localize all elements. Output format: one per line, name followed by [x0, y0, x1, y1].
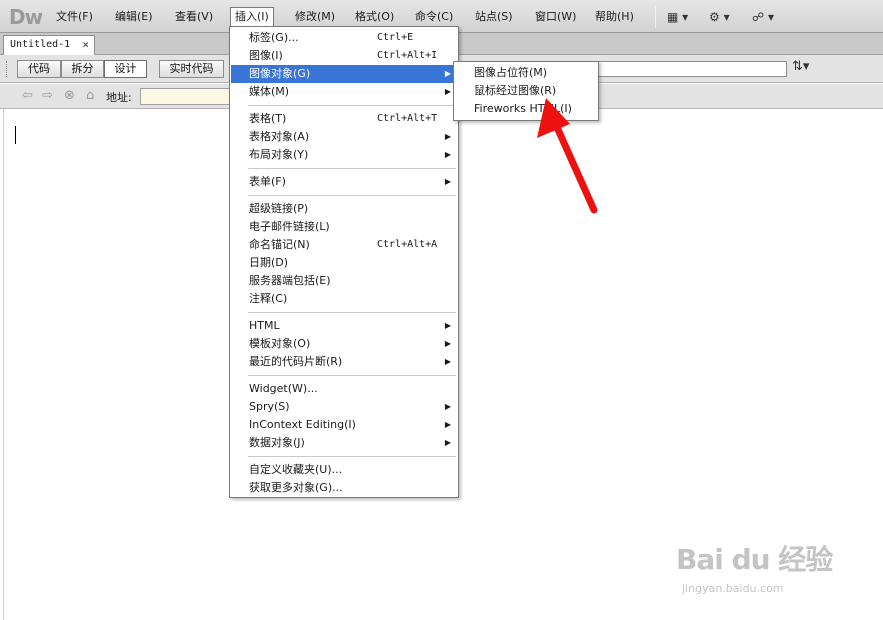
menu-item-data-objects[interactable]: 数据对象(J) ▶	[231, 434, 457, 452]
submenu-arrow-icon: ▶	[444, 339, 451, 348]
menu-commands[interactable]: 命令(C)	[411, 8, 457, 26]
dw-logo: Dw	[9, 5, 43, 29]
menu-format[interactable]: 格式(O)	[351, 8, 398, 26]
menu-item-tag[interactable]: 标签(G)... Ctrl+E	[231, 29, 457, 47]
document-tab-label: Untitled-1	[10, 39, 71, 50]
watermark-url: jingyan.baidu.com	[682, 582, 784, 595]
menu-item-form[interactable]: 表单(F) ▶	[231, 173, 457, 191]
menu-separator	[248, 312, 456, 313]
menu-help[interactable]: 帮助(H)	[591, 8, 638, 26]
submenu-arrow-icon: ▶	[444, 150, 451, 159]
baidu-watermark: Bai du 经验 jingyan.baidu.com	[676, 538, 833, 595]
menu-file[interactable]: 文件(F)	[52, 8, 97, 26]
toolbar-grip[interactable]	[6, 61, 9, 77]
menu-site[interactable]: 站点(S)	[471, 8, 517, 26]
file-transfer-icon[interactable]: ⇅▾	[792, 59, 809, 74]
menu-item-hyperlink[interactable]: 超级链接(P)	[231, 200, 457, 218]
menu-view[interactable]: 查看(V)	[171, 8, 217, 26]
menu-separator	[248, 456, 456, 457]
home-icon[interactable]: ⌂	[86, 88, 94, 103]
live-code-button[interactable]: 实时代码	[159, 60, 224, 78]
submenu-arrow-icon: ▶	[444, 69, 451, 78]
layout-icon[interactable]: ▦ ▾	[667, 8, 688, 26]
site-icon[interactable]: ☍ ▾	[752, 8, 774, 26]
menu-item-widget[interactable]: Widget(W)...	[231, 380, 457, 398]
menu-item-template-objects[interactable]: 模板对象(O) ▶	[231, 335, 457, 353]
menu-item-spry[interactable]: Spry(S) ▶	[231, 398, 457, 416]
design-view-button[interactable]: 设计	[104, 60, 147, 78]
menu-modify[interactable]: 修改(M)	[291, 8, 339, 26]
code-view-button[interactable]: 代码	[17, 60, 61, 78]
submenu-arrow-icon: ▶	[444, 321, 451, 330]
menu-item-customize-favorites[interactable]: 自定义收藏夹(U)...	[231, 461, 457, 479]
address-input[interactable]	[140, 88, 232, 105]
title-input[interactable]	[596, 61, 787, 77]
submenu-arrow-icon: ▶	[444, 402, 451, 411]
menu-item-comment[interactable]: 注释(C)	[231, 290, 457, 308]
submenu-item-rollover-image[interactable]: 鼠标经过图像(R)	[455, 82, 597, 100]
close-icon[interactable]: ×	[82, 36, 89, 54]
menu-separator	[248, 375, 456, 376]
menu-separator	[248, 168, 456, 169]
arrow-shaft	[552, 121, 598, 214]
address-label: 地址:	[106, 91, 132, 104]
menubar-separator	[655, 6, 656, 28]
gear-icon[interactable]: ⚙ ▾	[709, 8, 730, 26]
submenu-arrow-icon: ▶	[444, 132, 451, 141]
menu-item-table-objects[interactable]: 表格对象(A) ▶	[231, 128, 457, 146]
menu-item-layout-objects[interactable]: 布局对象(Y) ▶	[231, 146, 457, 164]
menu-item-date[interactable]: 日期(D)	[231, 254, 457, 272]
menu-item-get-more-objects[interactable]: 获取更多对象(G)...	[231, 479, 457, 497]
stop-icon[interactable]: ⊗	[64, 88, 75, 103]
menu-separator	[248, 105, 456, 106]
submenu-item-image-placeholder[interactable]: 图像占位符(M)	[455, 64, 597, 82]
menu-item-table[interactable]: 表格(T) Ctrl+Alt+T	[231, 110, 457, 128]
menu-item-html[interactable]: HTML ▶	[231, 317, 457, 335]
submenu-item-fireworks-html[interactable]: Fireworks HTML(I)	[455, 100, 597, 118]
back-icon[interactable]: ⇦	[22, 88, 33, 103]
watermark-brand: Bai du 经验	[676, 543, 833, 576]
image-objects-submenu: 图像占位符(M) 鼠标经过图像(R) Fireworks HTML(I)	[453, 61, 599, 121]
menu-item-recent-snippets[interactable]: 最近的代码片断(R) ▶	[231, 353, 457, 371]
menu-edit[interactable]: 编辑(E)	[111, 8, 157, 26]
menu-item-email-link[interactable]: 电子邮件链接(L)	[231, 218, 457, 236]
submenu-arrow-icon: ▶	[444, 357, 451, 366]
menu-insert[interactable]: 插入(I)	[230, 7, 274, 27]
insert-menu: 标签(G)... Ctrl+E 图像(I) Ctrl+Alt+I 图像对象(G) ▶ …	[229, 26, 459, 498]
menu-item-image[interactable]: 图像(I) Ctrl+Alt+I	[231, 47, 457, 65]
submenu-arrow-icon: ▶	[444, 438, 451, 447]
text-caret	[15, 126, 16, 144]
forward-icon[interactable]: ⇨	[42, 88, 53, 103]
menu-window[interactable]: 窗口(W)	[531, 8, 580, 26]
submenu-arrow-icon: ▶	[444, 87, 451, 96]
menu-item-media[interactable]: 媒体(M) ▶	[231, 83, 457, 101]
menu-item-incontext-editing[interactable]: InContext Editing(I) ▶	[231, 416, 457, 434]
split-view-button[interactable]: 拆分	[61, 60, 104, 78]
menu-separator	[248, 195, 456, 196]
submenu-arrow-icon: ▶	[444, 177, 451, 186]
canvas-edge	[0, 109, 4, 620]
submenu-arrow-icon: ▶	[444, 420, 451, 429]
menu-item-named-anchor[interactable]: 命名锚记(N) Ctrl+Alt+A	[231, 236, 457, 254]
dreamweaver-window: Dw 文件(F) 编辑(E) 查看(V) 插入(I) 修改(M) 格式(O) 命…	[0, 0, 883, 620]
menu-item-server-side-include[interactable]: 服务器端包括(E)	[231, 272, 457, 290]
menu-item-image-objects[interactable]: 图像对象(G) ▶	[231, 65, 457, 83]
document-tab[interactable]: Untitled-1 ×	[3, 35, 95, 55]
